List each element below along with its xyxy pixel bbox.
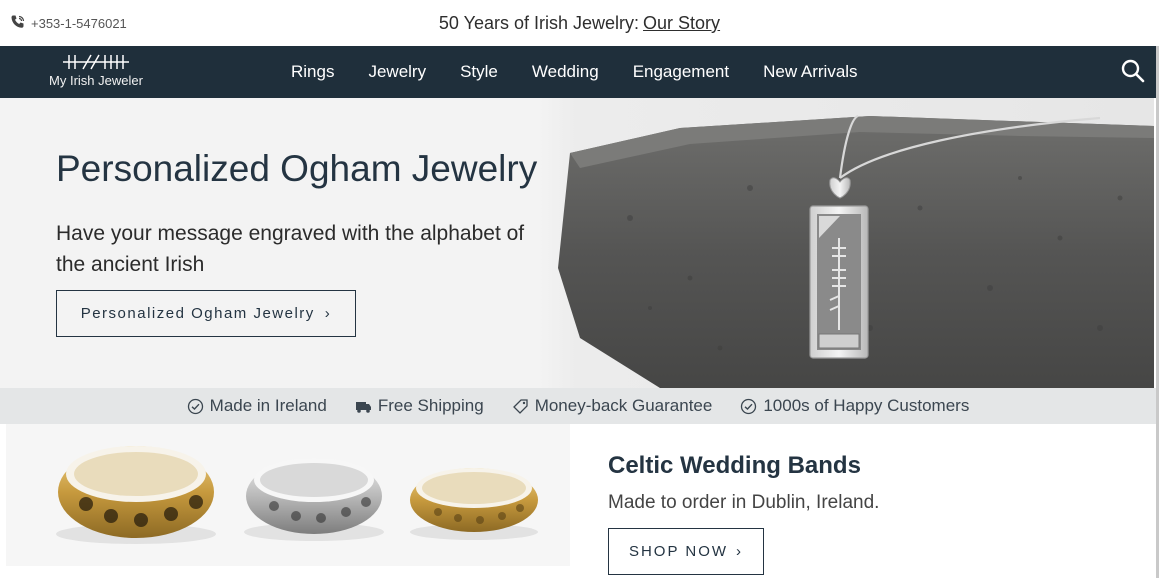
truck-icon — [355, 401, 371, 413]
nav-item-style[interactable]: Style — [443, 62, 515, 82]
check-circle-icon — [741, 398, 757, 414]
shop-now-button[interactable]: SHOP NOW › — [608, 528, 764, 575]
hero-title: Personalized Ogham Jewelry — [56, 148, 538, 189]
search-icon — [1121, 59, 1145, 83]
wedding-bands-image[interactable] — [6, 424, 570, 566]
ogham-pendant-image — [540, 98, 1154, 388]
trust-label: Free Shipping — [377, 396, 484, 415]
personalized-ogham-button[interactable]: Personalized Ogham Jewelry › — [56, 290, 356, 337]
shop-now-label: SHOP NOW — [628, 543, 729, 560]
ogham-logo-icon — [63, 54, 129, 70]
search-button[interactable] — [1120, 58, 1146, 84]
hero-subtitle: Have your message engraved with the alph… — [56, 222, 525, 276]
nav-item-wedding[interactable]: Wedding — [515, 62, 616, 82]
logo[interactable]: My Irish Jeweler — [46, 52, 146, 88]
nav-menu: Rings Jewelry Style Wedding Engagement N… — [274, 46, 875, 98]
nav-item-rings[interactable]: Rings — [274, 62, 351, 82]
logo-text: My Irish Jeweler — [49, 73, 143, 88]
trust-item-made-in-ireland: Made in Ireland — [187, 396, 327, 416]
chevron-right-icon: › — [736, 543, 744, 560]
trust-label: Made in Ireland — [209, 396, 327, 415]
top-bar: +353-1-5476021 50 Years of Irish Jewelry… — [0, 0, 1159, 46]
check-circle-icon — [187, 398, 203, 414]
nav-item-engagement[interactable]: Engagement — [616, 62, 746, 82]
announcement: 50 Years of Irish Jewelry: Our Story — [0, 13, 1159, 34]
hero-banner: Personalized Ogham Jewelry Have your mes… — [0, 98, 1154, 388]
nav-item-jewelry[interactable]: Jewelry — [351, 62, 443, 82]
nav-item-new-arrivals[interactable]: New Arrivals — [746, 62, 874, 82]
trust-bar: Made in Ireland Free Shipping Money-back… — [0, 388, 1156, 424]
tag-icon — [512, 398, 528, 414]
trust-item-free-shipping: Free Shipping — [355, 396, 484, 416]
our-story-link[interactable]: Our Story — [643, 13, 720, 33]
announcement-text: 50 Years of Irish Jewelry: — [438, 13, 640, 33]
promo-subtitle: Made to order in Dublin, Ireland. — [608, 492, 880, 513]
main-nav: My Irish Jeweler Rings Jewelry Style Wed… — [0, 46, 1156, 98]
trust-label: 1000s of Happy Customers — [763, 396, 970, 415]
trust-label: Money-back Guarantee — [534, 396, 713, 415]
hero-button-label: Personalized Ogham Jewelry — [80, 305, 315, 322]
trust-item-money-back: Money-back Guarantee — [512, 396, 713, 416]
trust-item-happy-customers: 1000s of Happy Customers — [740, 396, 969, 416]
promo-title: Celtic Wedding Bands — [608, 452, 861, 479]
chevron-right-icon: › — [324, 305, 332, 322]
